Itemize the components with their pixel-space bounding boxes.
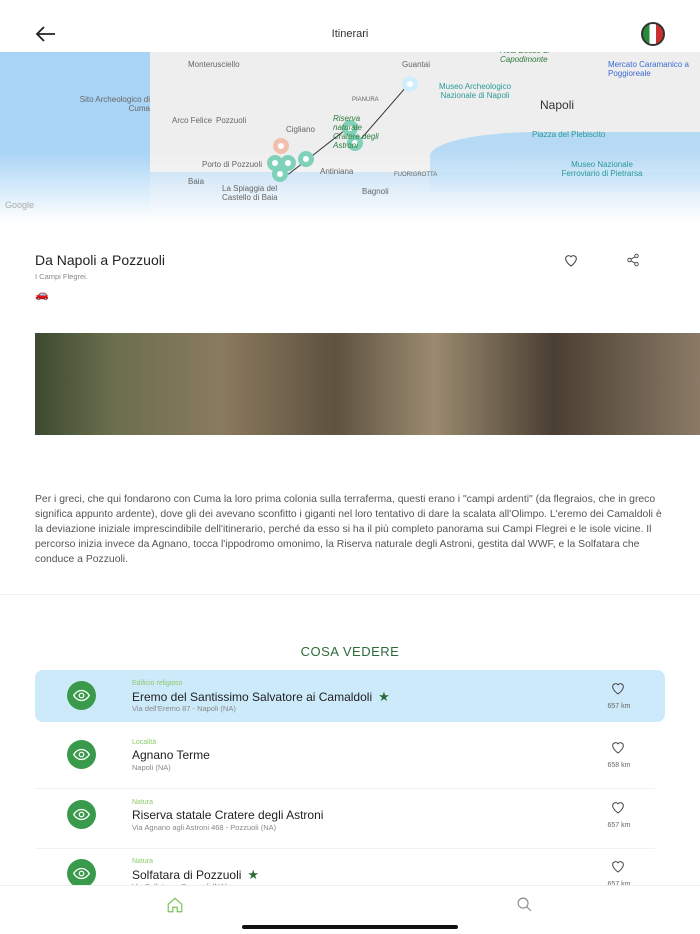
home-tab-icon[interactable] [166,896,184,914]
map-label: Piazza del Plebiscito [532,130,606,139]
map-label: Guantai [402,60,431,69]
itinerary-title: Da Napoli a Pozzuoli [35,252,165,268]
map-label: Museo Archeologico Nazionale di Napoli [438,82,512,100]
search-tab-icon[interactable] [516,896,533,913]
star-icon: ★ [378,689,390,704]
map-label: Monterusciello [188,60,240,69]
itinerary-map[interactable]: Monterusciello Sito Archeologico di Cuma… [0,52,700,222]
place-category: Natura [132,799,154,806]
favorite-heart-icon[interactable] [610,858,626,874]
star-icon: ★ [247,867,260,882]
page-title: Itinerari [331,28,369,40]
map-label: Napoli [540,98,575,112]
map-label: PIANURA [352,97,379,103]
place-address: Napoli (NA) [132,763,171,772]
favorite-heart-icon[interactable] [610,739,626,755]
place-list-item[interactable]: Località Agnano Terme Napoli (NA) 658 km [35,729,665,789]
map-label: Real Bosco di Capodimonte [500,52,549,64]
map-label: Antiniana [320,167,354,176]
itinerary-description: Per i greci, che qui fondarono con Cuma … [35,494,662,565]
place-name: Solfatara di Pozzuoli ★ [132,867,259,883]
place-name-text: Eremo del Santissimo Salvatore ai Camald… [132,690,373,704]
map-label: Baia [188,177,205,186]
favorite-heart-icon[interactable] [610,799,626,815]
place-distance: 658 km [607,762,631,769]
place-distance: 657 km [607,822,631,829]
map-label: Riserva naturale Cratere degli Astroni [333,114,379,150]
map-label: Bagnoli [362,187,389,196]
map-label: FUORIGROTTA [394,172,438,178]
itinerary-subtitle: I Campi Flegrei. [35,272,88,281]
eye-icon[interactable] [67,740,96,769]
place-distance: 657 km [607,703,631,710]
map-label: Museo Nazionale Ferroviario di Pietrarsa [561,160,643,178]
eye-icon[interactable] [67,681,96,710]
map-pin[interactable] [273,138,289,154]
eye-icon[interactable] [67,859,96,888]
top-bar: Itinerari [0,0,700,52]
share-icon[interactable] [626,252,640,268]
divider [0,594,700,595]
place-category: Natura [132,858,154,865]
place-name-text: Solfatara di Pozzuoli [132,868,242,882]
place-list-item[interactable]: Natura Riserva statale Cratere degli Ast… [35,789,665,849]
place-address: Via dell'Eremo 87 - Napoli (NA) [132,704,236,713]
map-pin[interactable] [402,76,418,92]
home-indicator [242,925,458,929]
tab-bar [0,885,700,934]
place-list-item[interactable]: Edificio religioso Eremo del Santissimo … [35,670,665,722]
place-name-text: Riserva statale Cratere degli Astroni [132,808,324,822]
place-name-text: Agnano Terme [132,748,210,762]
favorite-heart-icon[interactable] [610,680,626,696]
section-title: COSA VEDERE [300,644,400,659]
car-icon: 🚗 [35,289,49,301]
map-label: Mercato Caramanico a Poggioreale [608,60,689,78]
map-pin[interactable] [272,166,288,182]
app-logo-icon[interactable] [641,22,665,46]
map-label: Cigliano [286,125,315,134]
map-label: La Spiaggia del Castello di Baia [222,184,278,202]
place-name: Riserva statale Cratere degli Astroni [132,808,323,822]
map-label: Pozzuoli [216,116,247,125]
itinerary-photo [35,333,700,435]
place-category: Edificio religioso [132,680,183,687]
map-label: Sito Archeologico di Cuma [79,95,150,113]
map-label: Arco Felice [172,116,213,125]
place-address: Via Agnano agli Astroni 468 - Pozzuoli (… [132,823,277,832]
place-name: Agnano Terme [132,748,210,762]
place-category: Località [132,739,157,746]
map-pin[interactable] [298,151,314,167]
map-label: Porto di Pozzuoli [202,160,263,169]
favorite-heart-icon[interactable] [563,252,579,268]
google-logo: Google [5,200,35,210]
eye-icon[interactable] [67,800,96,829]
place-name: Eremo del Santissimo Salvatore ai Camald… [132,689,390,705]
